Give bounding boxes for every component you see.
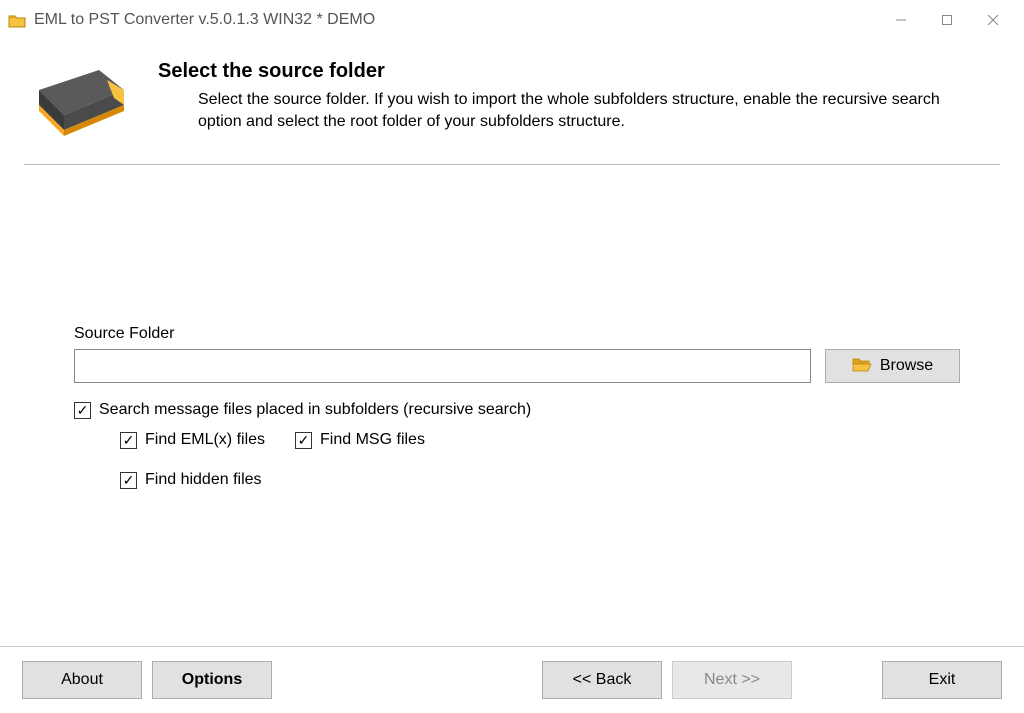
about-button[interactable]: About (22, 661, 142, 699)
recursive-search-checkbox[interactable]: Search message files placed in subfolder… (74, 401, 960, 419)
checkbox-icon (295, 432, 312, 449)
back-button[interactable]: << Back (542, 661, 662, 699)
find-hidden-label: Find hidden files (145, 471, 262, 489)
browse-label: Browse (880, 357, 933, 375)
folder-open-icon (852, 356, 872, 377)
checkbox-icon (74, 402, 91, 419)
app-icon (8, 11, 26, 29)
folder-illustration-icon (24, 60, 134, 140)
checkbox-icon (120, 472, 137, 489)
window-controls (878, 4, 1016, 36)
find-eml-checkbox[interactable]: Find EML(x) files (120, 431, 265, 449)
minimize-button[interactable] (878, 4, 924, 36)
find-msg-checkbox[interactable]: Find MSG files (295, 431, 425, 449)
browse-button[interactable]: Browse (825, 349, 960, 383)
form-area: Source Folder Browse Search message file… (24, 175, 1000, 489)
source-folder-label: Source Folder (74, 325, 960, 343)
titlebar: EML to PST Converter v.5.0.1.3 WIN32 * D… (0, 0, 1024, 40)
maximize-button[interactable] (924, 4, 970, 36)
exit-button[interactable]: Exit (882, 661, 1002, 699)
options-button[interactable]: Options (152, 661, 272, 699)
window-title: EML to PST Converter v.5.0.1.3 WIN32 * D… (34, 11, 375, 29)
find-hidden-checkbox[interactable]: Find hidden files (120, 471, 960, 489)
checkbox-icon (120, 432, 137, 449)
recursive-search-label: Search message files placed in subfolder… (99, 401, 531, 419)
close-button[interactable] (970, 4, 1016, 36)
next-button[interactable]: Next >> (672, 661, 792, 699)
page-title: Select the source folder (158, 60, 980, 83)
find-eml-label: Find EML(x) files (145, 431, 265, 449)
find-msg-label: Find MSG files (320, 431, 425, 449)
wizard-header: Select the source folder Select the sour… (24, 60, 1000, 165)
wizard-footer: About Options << Back Next >> Exit (0, 646, 1024, 713)
source-folder-input[interactable] (74, 349, 811, 383)
content-area: Select the source folder Select the sour… (0, 40, 1024, 489)
page-description: Select the source folder. If you wish to… (198, 89, 980, 134)
